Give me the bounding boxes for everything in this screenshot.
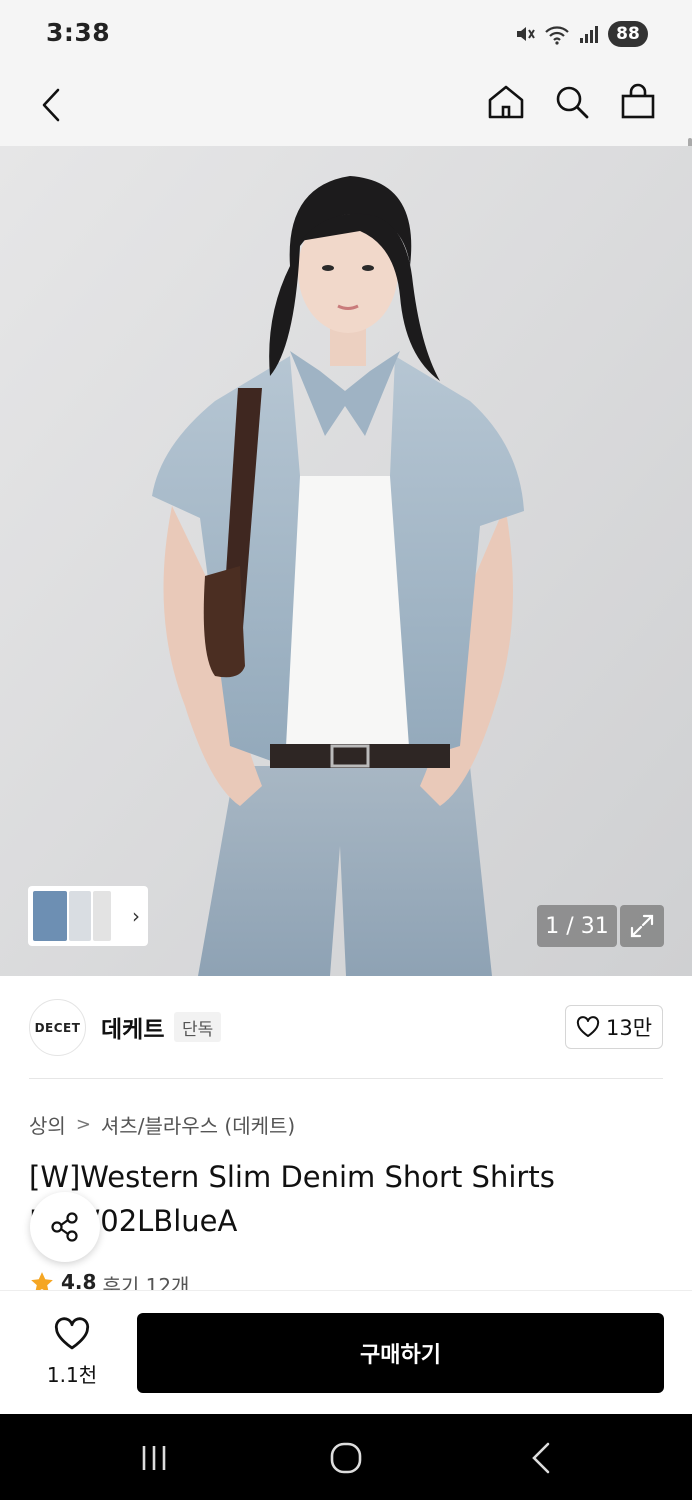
shopping-bag-icon[interactable] — [616, 80, 660, 124]
app-bar — [0, 66, 692, 218]
brand-row: DECET 데케트 단독 13만 — [0, 976, 692, 1078]
status-icons: 88 — [514, 19, 648, 49]
breadcrumb: 상의 > 셔츠/블라우스 (데케트) — [29, 1110, 295, 1139]
breadcrumb-separator: > — [75, 1114, 91, 1135]
share-button[interactable] — [30, 1192, 100, 1262]
breadcrumb-item[interactable]: 셔츠/블라우스 (데케트) — [101, 1110, 295, 1139]
purchase-bar: 1.1천 구매하기 — [0, 1290, 692, 1414]
battery-icon: 88 — [608, 21, 648, 47]
status-bar: 3:38 88 — [0, 0, 692, 66]
buy-button[interactable]: 구매하기 — [137, 1313, 664, 1393]
heart-icon — [54, 1317, 90, 1350]
brand-like-count: 13만 — [605, 1016, 653, 1040]
divider — [29, 1078, 663, 1079]
exclusive-badge: 단독 — [174, 1012, 222, 1042]
wishlist-button[interactable]: 1.1천 — [44, 1317, 100, 1388]
brand-logo[interactable]: DECET — [29, 999, 86, 1056]
product-image-gallery[interactable]: › 1 / 31 — [0, 146, 692, 976]
thumbnail[interactable] — [93, 891, 111, 941]
wishlist-count: 1.1천 — [46, 1363, 98, 1387]
home-circle-icon[interactable] — [326, 1438, 366, 1478]
back-arrow-icon[interactable] — [30, 80, 74, 130]
heart-icon — [576, 1016, 600, 1037]
thumbnail-next-icon[interactable]: › — [132, 904, 140, 928]
image-page-counter: 1 / 31 — [537, 905, 617, 947]
nav-back-icon[interactable] — [522, 1438, 562, 1478]
product-photo — [0, 146, 692, 976]
home-icon[interactable] — [484, 80, 528, 124]
thumbnail-strip[interactable]: › — [28, 886, 148, 946]
wifi-icon — [545, 26, 569, 45]
recent-apps-icon[interactable] — [134, 1438, 174, 1478]
status-time: 3:38 — [46, 18, 111, 47]
brand-name[interactable]: 데케트 — [101, 1010, 164, 1044]
breadcrumb-item[interactable]: 상의 — [29, 1110, 66, 1139]
share-icon — [51, 1212, 78, 1242]
product-title: [W]Western Slim Denim Short Shirts DCW02… — [29, 1160, 555, 1238]
app-bar-actions — [484, 80, 660, 124]
system-nav-bar — [0, 1414, 692, 1500]
thumbnail[interactable] — [33, 891, 67, 941]
signal-icon — [580, 26, 598, 43]
brand-like-button[interactable]: 13만 — [565, 1005, 663, 1049]
search-icon[interactable] — [550, 80, 594, 124]
mute-icon — [517, 27, 535, 41]
thumbnail[interactable] — [69, 891, 91, 941]
expand-icon[interactable] — [620, 905, 664, 947]
